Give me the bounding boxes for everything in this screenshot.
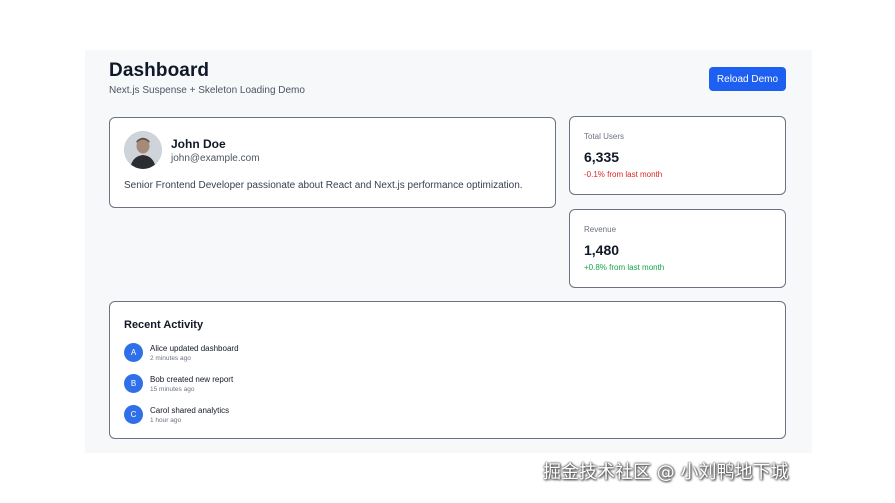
stat-card-total-users: Total Users 6,335 -0.1% from last month [569, 116, 786, 195]
stat-label: Total Users [584, 132, 625, 141]
profile-bio: Senior Frontend Developer passionate abo… [124, 180, 523, 191]
avatar [124, 131, 162, 169]
watermark: 掘金技术社区 @ 小刘鸭地下城 [543, 462, 789, 483]
stat-change: -0.1% from last month [584, 170, 663, 179]
page: Dashboard Next.js Suspense + Skeleton Lo… [0, 0, 895, 503]
activity-item: A Alice updated dashboard 2 minutes ago [124, 343, 524, 374]
avatar-photo [124, 131, 162, 169]
page-title: Dashboard [109, 60, 210, 81]
activity-text: Alice updated dashboard [150, 344, 239, 353]
stat-change: +0.8% from last month [584, 263, 665, 272]
stat-value: 6,335 [584, 149, 620, 165]
profile-email: john@example.com [171, 153, 260, 164]
reload-demo-button[interactable]: Reload Demo [709, 67, 786, 91]
activity-avatar: C [124, 405, 143, 424]
stat-value: 1,480 [584, 242, 620, 258]
recent-activity-card: Recent Activity A Alice updated dashboar… [109, 301, 786, 439]
activity-time: 2 minutes ago [150, 355, 191, 362]
activity-avatar: A [124, 343, 143, 362]
stat-card-revenue: Revenue 1,480 +0.8% from last month [569, 209, 786, 288]
activity-title: Recent Activity [124, 319, 204, 331]
profile-name: John Doe [171, 137, 226, 151]
activity-time: 1 hour ago [150, 417, 182, 424]
page-subtitle: Next.js Suspense + Skeleton Loading Demo [109, 85, 305, 96]
stat-label: Revenue [584, 225, 617, 234]
activity-time: 15 minutes ago [150, 386, 195, 393]
activity-avatar: B [124, 374, 143, 393]
profile-card: John Doe john@example.com Senior Fronten… [109, 117, 556, 208]
activity-item: B Bob created new report 15 minutes ago [124, 374, 524, 405]
activity-item: C Carol shared analytics 1 hour ago [124, 405, 524, 436]
activity-text: Bob created new report [150, 375, 234, 384]
activity-list: A Alice updated dashboard 2 minutes ago … [124, 343, 524, 436]
activity-text: Carol shared analytics [150, 406, 230, 415]
